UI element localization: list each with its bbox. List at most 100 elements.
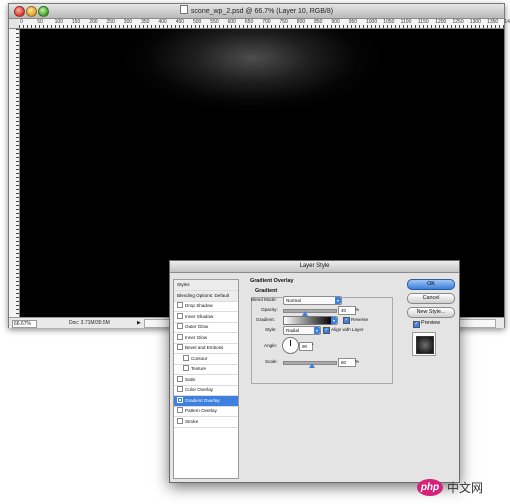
style-checkbox[interactable] [177, 302, 183, 308]
ruler-tick-label: 1300 [469, 19, 481, 25]
document-title-text: scone_wp_2.psd @ 66.7% (Layer 10, RGB/8) [190, 8, 334, 15]
styles-list-item[interactable]: Drop Shadow [174, 301, 238, 312]
styles-list-item-label: Color Overlay [185, 387, 214, 392]
style-value: Radial [286, 328, 300, 333]
gradient-picker[interactable] [283, 316, 333, 325]
styles-list-item[interactable]: Color Overlay [174, 385, 238, 396]
ruler-tick-label: 1250 [452, 19, 464, 25]
ruler-tick-label: 550 [210, 19, 219, 25]
blend-mode-label: Blend Mode: [251, 297, 277, 302]
style-checkbox[interactable] [177, 323, 183, 329]
scale-slider-thumb[interactable] [308, 363, 315, 368]
styles-list-item[interactable]: Inner Shadow [174, 312, 238, 323]
ruler-tick-label: 100 [54, 19, 63, 25]
style-checkbox[interactable] [183, 365, 189, 371]
section-title: Gradient Overlay [250, 278, 294, 284]
styles-list-item[interactable]: Pattern Overlay [174, 406, 238, 417]
styles-list-item[interactable]: Styles [174, 280, 238, 291]
style-checkbox[interactable] [183, 354, 189, 361]
angle-needle-icon [290, 340, 291, 346]
ruler-tick-label: 900 [331, 19, 340, 25]
ruler-tick-label: 350 [141, 19, 150, 25]
php-logo: php [417, 479, 443, 496]
angle-dial[interactable] [282, 337, 299, 354]
preview-label: Preview [421, 320, 441, 326]
styles-list-item[interactable]: Bevel and Emboss [174, 343, 238, 354]
layer-style-dialog: Layer Style Styles Blending Options: Defa… [169, 260, 460, 483]
style-label: Style: [265, 327, 277, 332]
gradient-label: Gradient: [256, 317, 275, 322]
angle-input[interactable]: 90 [299, 342, 313, 351]
new-style-button[interactable]: New Style... [407, 307, 455, 318]
styles-list: Styles Blending Options: Default Drop Shad… [173, 279, 239, 479]
blend-mode-value: Normal [286, 298, 301, 303]
ruler-tick-label: 250 [106, 19, 115, 25]
style-checkbox[interactable] [177, 386, 183, 392]
ruler-tick-label: 150 [71, 19, 81, 25]
styles-list-item-label: Contour [191, 355, 208, 361]
style-checkbox[interactable] [177, 417, 183, 424]
cancel-button[interactable]: Cancel [407, 293, 455, 304]
styles-list-item-label: Outer Glow [185, 324, 209, 329]
ruler-tick-label: 800 [296, 19, 306, 25]
ruler-tick-label: 1000 [366, 19, 378, 25]
scale-label: Scale: [265, 359, 278, 364]
opacity-unit: % [355, 307, 360, 312]
styles-list-item[interactable]: Texture [174, 364, 238, 375]
preview-checkbox[interactable]: ✓ [413, 321, 420, 328]
ruler-tick-label: 200 [89, 19, 98, 25]
styles-list-item[interactable]: Satin [174, 375, 238, 386]
ruler-horizontal[interactable]: 0 50 100 150 200 250 300 350 400 450 500 550 600 650 7… [19, 19, 510, 29]
styles-list-item[interactable]: Contour [174, 354, 238, 365]
styles-list-item-label: Styles [177, 282, 190, 287]
opacity-input[interactable]: 40 [338, 306, 356, 315]
ruler-tick-label: 750 [279, 19, 288, 25]
styles-list-item-label: Stroke [185, 418, 199, 424]
style-checkbox[interactable] [177, 407, 183, 413]
style-preview-thumbnail [416, 336, 434, 354]
styles-list-item-label: Blending Options: Default [177, 292, 230, 298]
styles-list-item-label: Texture [191, 366, 207, 371]
ok-button[interactable]: OK [407, 279, 455, 290]
opacity-label: Opacity: [261, 307, 278, 312]
styles-list-item-label: Inner Glow [185, 334, 208, 340]
gradient-overlay-panel: Gradient Overlay Gradient Blend Mode: No… [245, 272, 393, 475]
style-select[interactable]: Radial ▾ [283, 326, 321, 335]
style-checkbox[interactable] [177, 344, 183, 350]
style-preview [412, 332, 436, 356]
styles-list-item[interactable]: Stroke [174, 417, 238, 428]
angle-unit: ° [312, 343, 314, 348]
zoom-level-field[interactable]: 66.67% [12, 320, 37, 328]
reverse-checkbox[interactable]: ✓ [343, 317, 350, 324]
scale-slider[interactable] [283, 361, 337, 368]
ruler-tick-label: 650 [244, 19, 254, 25]
scale-input[interactable]: 80 [338, 358, 356, 367]
gradient-menu-button[interactable]: ▾ [331, 316, 338, 325]
styles-list-item[interactable]: Gradient Overlay [174, 395, 238, 407]
status-menu-arrow-icon[interactable]: ▶ [137, 320, 141, 326]
ruler-tick-label: 1150 [417, 19, 429, 25]
styles-list-item[interactable]: Blending Options: Default [174, 290, 238, 302]
scale-unit: % [355, 359, 360, 364]
styles-list-item-label: Pattern Overlay [185, 408, 217, 413]
style-checkbox[interactable] [177, 375, 183, 382]
style-checkbox[interactable] [177, 396, 183, 403]
align-with-layer-checkbox[interactable]: ✓ [323, 327, 330, 334]
ruler-vertical[interactable] [9, 29, 20, 317]
blend-mode-select[interactable]: Normal ▾ [283, 296, 342, 305]
styles-list-item[interactable]: Inner Glow [174, 333, 238, 344]
align-with-layer-label: Align with Layer [331, 327, 364, 332]
document-titlebar[interactable]: scone_wp_2.psd @ 66.7% (Layer 10, RGB/8) [9, 4, 504, 19]
opacity-slider[interactable] [283, 309, 337, 316]
ruler-tick-label: 50 [37, 19, 43, 25]
style-checkbox[interactable] [177, 312, 183, 319]
ruler-tick-label: 950 [348, 19, 358, 25]
ruler-tick-label: 850 [314, 19, 323, 25]
styles-list-item-label: Drop Shadow [185, 303, 213, 308]
dialog-title: Layer Style [299, 263, 330, 269]
ruler-tick-label: 400 [158, 19, 167, 25]
chevron-down-icon: ▾ [314, 327, 320, 334]
style-checkbox[interactable] [177, 333, 183, 340]
styles-list-item[interactable]: Outer Glow [174, 322, 238, 333]
document-title: scone_wp_2.psd @ 66.7% (Layer 10, RGB/8) [9, 5, 504, 18]
